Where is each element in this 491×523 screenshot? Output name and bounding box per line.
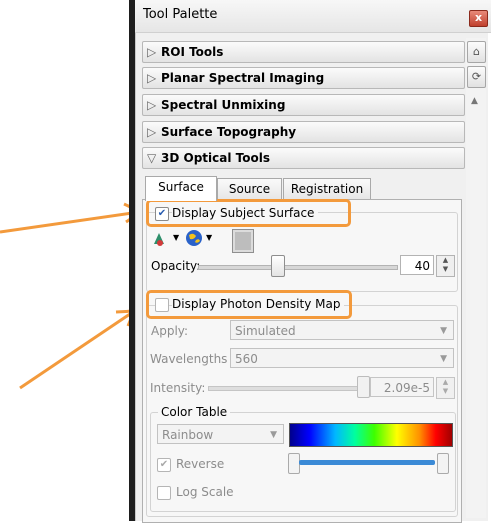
window-title: Tool Palette [143,7,218,22]
color-table-title: Color Table [158,405,231,419]
opacity-label: Opacity: [151,259,201,273]
arrow-to-subject-surface [0,210,140,234]
expand-triangle-icon: ▷ [147,125,157,139]
globe-texture-icon[interactable] [185,229,203,247]
dropdown-arrow-icon[interactable]: ▼ [206,233,212,242]
opacity-slider-track[interactable] [198,265,398,270]
reverse-slider-right-thumb[interactable] [437,453,449,474]
surface-color-swatch[interactable] [232,229,254,253]
section-label: ROI Tools [161,45,224,59]
surface-color-tool-icon[interactable] [152,230,170,246]
apply-select[interactable]: Simulated ▼ [230,320,454,340]
scroll-down-button[interactable]: ⟳ [467,66,486,88]
highlight-subject-surface [146,199,351,227]
section-label: 3D Optical Tools [161,151,270,165]
tab-source[interactable]: Source [217,178,282,200]
tab-registration[interactable]: Registration [283,178,371,200]
color-scheme-select[interactable]: Rainbow ▼ [157,424,284,444]
section-planar-spectral-imaging[interactable]: ▷ Planar Spectral Imaging [142,67,465,89]
expand-triangle-icon: ▷ [147,98,157,112]
wavelengths-value: 560 [235,352,258,366]
wavelengths-select[interactable]: 560 ▼ [230,348,454,368]
opacity-value-field[interactable]: 40 [400,255,434,275]
scroll-arrow-icon[interactable]: ▲ [471,96,478,106]
chevron-down-icon: ▼ [440,326,447,336]
dropdown-arrow-icon[interactable]: ▼ [173,233,179,242]
close-button[interactable]: x [469,10,488,27]
tab-surface[interactable]: Surface [145,176,217,201]
chevron-down-icon: ▼ [270,430,277,440]
expand-triangle-icon: ▷ [147,45,157,59]
scroll-up-button[interactable]: ⌂ [467,41,486,63]
log-scale-label[interactable]: Log Scale [176,485,234,499]
log-scale-checkbox[interactable] [157,486,171,500]
intensity-spinner[interactable]: ▲ ▼ [436,377,455,399]
section-surface-topography[interactable]: ▷ Surface Topography [142,121,465,143]
section-label: Planar Spectral Imaging [161,71,325,85]
expand-triangle-icon: ▷ [147,71,157,85]
section-spectral-unmixing[interactable]: ▷ Spectral Unmixing [142,94,465,116]
apply-value: Simulated [235,324,296,338]
opacity-spinner[interactable]: ▲ ▼ [436,255,455,277]
intensity-slider-track[interactable] [208,386,370,391]
apply-label: Apply: [151,324,189,338]
color-scheme-value: Rainbow [162,428,214,442]
section-label: Spectral Unmixing [161,98,286,112]
wavelengths-label: Wavelengths [150,352,228,366]
intensity-value-field[interactable]: 2.09e-5 [370,377,434,397]
collapse-triangle-icon: ▽ [147,151,157,165]
chevron-down-icon: ▼ [440,354,447,364]
section-roi-tools[interactable]: ▷ ROI Tools [142,41,465,63]
intensity-label: Intensity: [150,381,206,395]
highlight-photon-density [146,290,352,319]
reverse-checkbox[interactable]: ✔ [157,458,171,472]
reverse-label[interactable]: Reverse [176,457,224,471]
reverse-range-bar[interactable] [299,460,435,465]
intensity-value: 2.09e-5 [383,381,430,395]
opacity-value: 40 [414,259,430,273]
rainbow-color-bar [289,423,453,447]
arrow-to-photon-density [19,310,134,390]
intensity-slider-thumb[interactable] [357,376,370,398]
section-label: Surface Topography [161,125,297,139]
opacity-slider-thumb[interactable] [271,255,286,277]
scrollbar[interactable] [466,38,486,518]
section-3d-optical-tools[interactable]: ▽ 3D Optical Tools [142,147,465,169]
